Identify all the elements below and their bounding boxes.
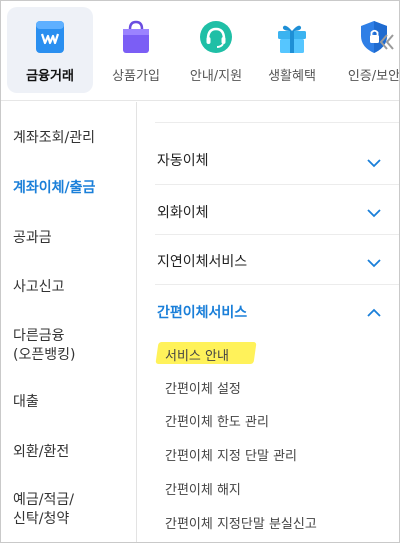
left-menu: 계좌조회/관리 계좌이체/출금 공과금 사고신고 다른금융 (오픈뱅킹) 대출 … xyxy=(1,102,136,542)
headset-icon xyxy=(200,21,232,53)
category-label: 생활혜택 xyxy=(268,69,316,84)
left-menu-item-accident-report[interactable]: 사고신고 xyxy=(13,278,65,297)
section-delayed-transfer[interactable]: 지연이체서비스 xyxy=(157,251,247,271)
submenu-item-service-guide[interactable]: 서비스 안내 xyxy=(165,345,229,364)
category-label: 금융거래 xyxy=(26,69,74,84)
gift-icon xyxy=(278,25,306,53)
submenu-panel: 자동이체 외화이체 지연이체서비스 간편이체서비스 서비스 안내 간편이체 설정… xyxy=(137,102,399,542)
left-menu-item-foreign-exchange[interactable]: 외환/환전 xyxy=(13,443,69,462)
section-simple-transfer[interactable]: 간편이체서비스 xyxy=(157,302,247,322)
category-products[interactable]: 상품가입 xyxy=(93,7,179,93)
submenu-item-lost-device-report[interactable]: 간편이체 지정단말 분실신고 xyxy=(165,513,317,532)
submenu-item-limit-management[interactable]: 간편이체 한도 관리 xyxy=(165,411,269,430)
chevron-down-icon[interactable] xyxy=(367,159,381,168)
chevron-up-icon[interactable] xyxy=(367,308,381,317)
left-menu-item-transfer[interactable]: 계좌이체/출금 xyxy=(13,179,95,198)
left-menu-item-open-banking[interactable]: 다른금융 (오픈뱅킹) xyxy=(13,327,75,365)
left-menu-item-label: 예금/적금/ xyxy=(13,492,74,508)
submenu-item-simple-transfer-setup[interactable]: 간편이체 설정 xyxy=(165,378,241,397)
category-label: 인증/보안 xyxy=(347,69,400,84)
left-menu-item-account-inquiry[interactable]: 계좌조회/관리 xyxy=(13,129,95,148)
left-menu-item-utility-bills[interactable]: 공과금 xyxy=(13,229,52,248)
section-auto-transfer[interactable]: 자동이체 xyxy=(157,150,209,170)
category-label: 안내/지원 xyxy=(189,69,243,84)
section-divider xyxy=(155,234,399,235)
double-chevron-left-icon[interactable] xyxy=(375,31,397,53)
left-menu-item-label-2: 신탁/청약 xyxy=(13,511,70,527)
section-divider xyxy=(155,184,399,185)
section-divider xyxy=(155,284,399,285)
app-frame: 금융거래 상품가입 안내/지원 생활혜택 인증/보안 계좌조회/관리 계좌이체/… xyxy=(0,0,400,543)
finance-icon xyxy=(36,21,64,53)
left-menu-item-loan[interactable]: 대출 xyxy=(13,393,39,412)
category-support[interactable]: 안내/지원 xyxy=(173,7,259,93)
left-menu-item-label-2: (오픈뱅킹) xyxy=(13,347,76,363)
submenu-item-device-management[interactable]: 간편이체 지정 단말 관리 xyxy=(165,445,297,464)
left-menu-item-label: 다른금융 xyxy=(13,328,65,344)
section-foreign-transfer[interactable]: 외화이체 xyxy=(157,202,209,222)
left-menu-item-deposit-savings[interactable]: 예금/적금/ 신탁/청약 xyxy=(13,491,74,529)
chevron-down-icon[interactable] xyxy=(367,259,381,268)
category-bar: 금융거래 상품가입 안내/지원 생활혜택 인증/보안 xyxy=(1,1,400,101)
category-benefits[interactable]: 생활혜택 xyxy=(249,7,335,93)
section-divider xyxy=(155,122,399,123)
chevron-down-icon[interactable] xyxy=(367,209,381,218)
category-finance[interactable]: 금융거래 xyxy=(7,7,93,93)
shopping-bag-icon xyxy=(123,20,149,53)
category-label: 상품가입 xyxy=(112,69,160,84)
submenu-item-cancel[interactable]: 간편이체 해지 xyxy=(165,479,241,498)
